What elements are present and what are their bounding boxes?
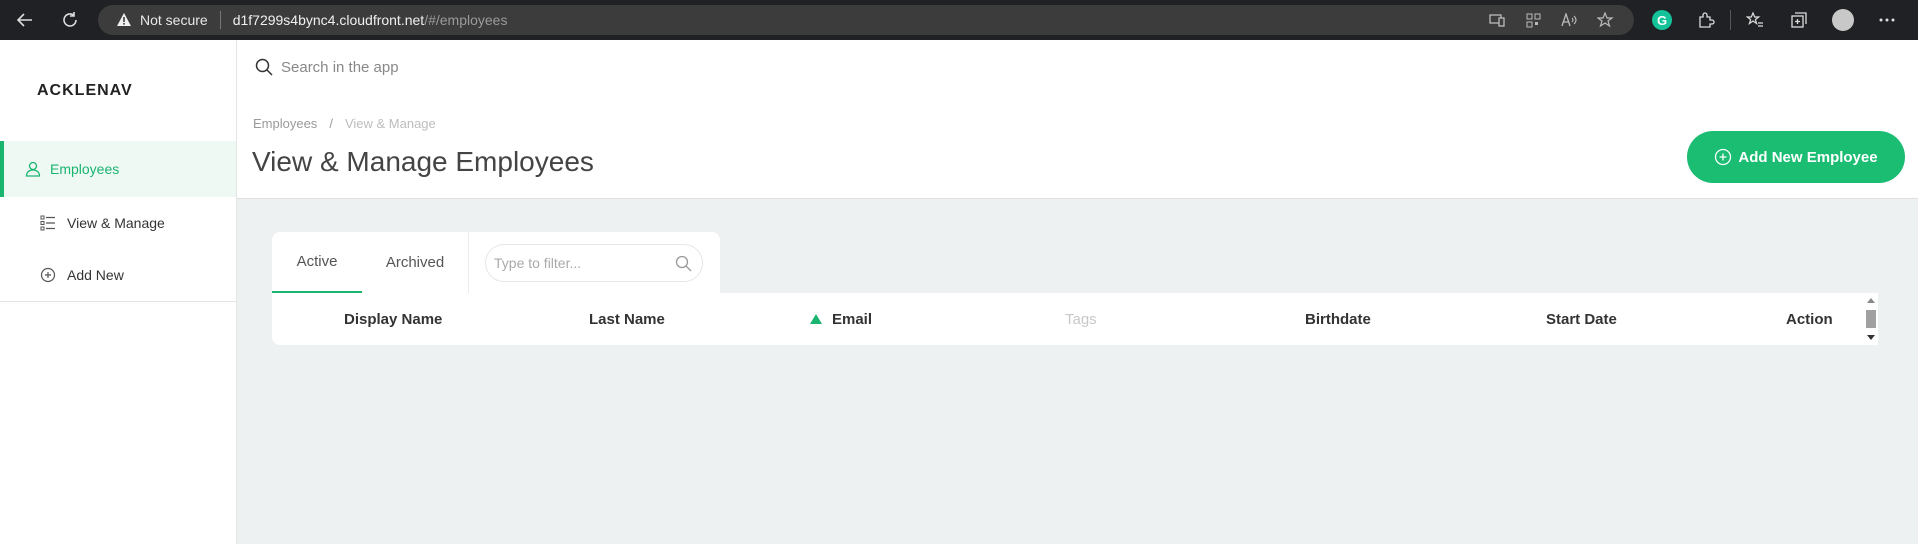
grammarly-badge: G — [1652, 10, 1672, 30]
main-header: Search in the app Employees / View & Manag… — [237, 40, 1918, 199]
profile-icon[interactable] — [1821, 8, 1865, 32]
logo[interactable]: ACKLENAV — [37, 82, 137, 100]
app-available-icon[interactable] — [1486, 11, 1508, 29]
breadcrumb-separator: / — [329, 116, 333, 131]
plus-circle-icon — [1715, 148, 1732, 166]
url-path: /#/employees — [424, 12, 508, 28]
collections-icon[interactable] — [1777, 8, 1821, 32]
refresh-icon[interactable] — [50, 0, 90, 40]
avatar — [1832, 9, 1854, 31]
address-divider — [219, 11, 221, 29]
breadcrumb: Employees / View & Manage — [253, 116, 436, 131]
not-secure-label: Not secure — [140, 12, 208, 28]
column-header-email[interactable]: Email — [810, 293, 872, 345]
browser-toolbar: Not secure d1f7299s4bync4.cloudfront.net… — [0, 0, 1918, 40]
more-icon[interactable] — [1865, 8, 1909, 32]
qr-icon[interactable] — [1522, 11, 1544, 29]
tabs-bar: Active Archived Type to filter... — [272, 232, 720, 294]
toolbar-divider — [1730, 10, 1731, 30]
column-header-birthdate[interactable]: Birthdate — [1305, 293, 1371, 345]
favorites-icon[interactable] — [1733, 8, 1777, 32]
sidebar: ACKLENAV Employees View & Manage Add New — [0, 40, 237, 544]
url-host: d1f7299s4bync4.cloudfront.net — [232, 12, 425, 28]
breadcrumb-employees[interactable]: Employees — [253, 116, 317, 131]
scroll-up-icon[interactable] — [1867, 298, 1875, 303]
page-title: View & Manage Employees — [252, 146, 594, 177]
sidebar-nav: Employees View & Manage Add New — [0, 141, 236, 302]
scroll-down-icon[interactable] — [1867, 335, 1875, 340]
column-header-label: Email — [832, 310, 873, 328]
sidebar-item-label: Add New — [67, 267, 124, 283]
tab-divider — [468, 232, 469, 293]
sidebar-item-add-new[interactable]: Add New — [0, 249, 236, 301]
favorite-icon[interactable] — [1594, 11, 1616, 29]
sidebar-item-employees[interactable]: Employees — [0, 141, 236, 197]
search-icon — [255, 58, 273, 76]
column-header-last-name[interactable]: Last Name — [589, 293, 665, 345]
search-icon — [675, 255, 692, 272]
employees-table: Display Name Last Name Email Tags Birthd… — [272, 293, 1878, 345]
back-icon[interactable] — [5, 0, 45, 40]
column-header-display-name[interactable]: Display Name — [344, 293, 442, 345]
column-header-start-date[interactable]: Start Date — [1546, 293, 1617, 345]
plus-circle-icon — [39, 266, 57, 284]
scroll-thumb[interactable] — [1866, 310, 1876, 328]
sidebar-item-label: Employees — [50, 161, 120, 177]
extensions-icon[interactable] — [1684, 8, 1728, 32]
sidebar-item-view-manage[interactable]: View & Manage — [0, 197, 236, 249]
grammarly-icon[interactable]: G — [1640, 8, 1684, 32]
search-input[interactable]: Search in the app — [281, 59, 399, 76]
sort-ascending-icon — [810, 314, 822, 324]
add-new-employee-button[interactable]: Add New Employee — [1687, 131, 1905, 183]
tab-archived[interactable]: Archived — [362, 232, 468, 293]
list-icon — [39, 214, 57, 232]
content-area: Active Archived Type to filter... Displa… — [237, 199, 1918, 544]
column-header-tags: Tags — [1065, 310, 1097, 328]
column-header-action: Action — [1786, 310, 1833, 328]
table-scrollbar[interactable] — [1864, 293, 1878, 345]
sidebar-item-label: View & Manage — [67, 215, 165, 231]
read-aloud-icon[interactable] — [1558, 11, 1580, 29]
warning-icon — [117, 13, 131, 26]
filter-placeholder: Type to filter... — [494, 255, 582, 271]
app-search[interactable]: Search in the app — [255, 58, 399, 76]
add-button-label: Add New Employee — [1738, 148, 1878, 166]
filter-input[interactable]: Type to filter... — [485, 244, 703, 282]
address-bar[interactable]: Not secure d1f7299s4bync4.cloudfront.net… — [98, 5, 1634, 35]
breadcrumb-view-manage: View & Manage — [344, 116, 436, 131]
tab-active[interactable]: Active — [272, 232, 362, 293]
user-icon — [24, 160, 42, 178]
